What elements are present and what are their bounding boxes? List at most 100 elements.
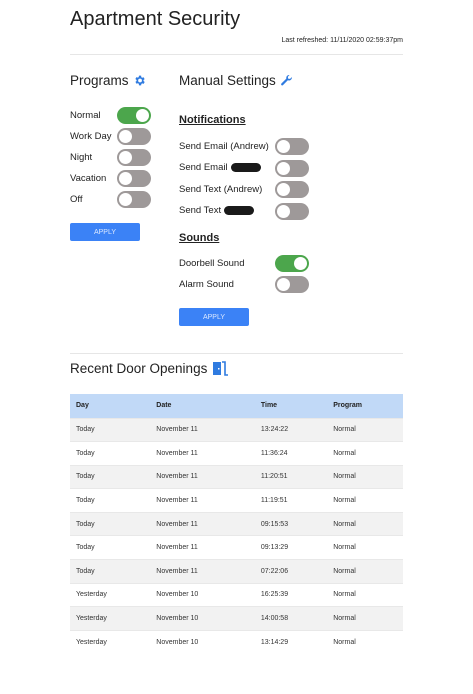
program-row: Normal (70, 106, 101, 124)
table-cell: Normal (327, 464, 403, 489)
table-cell: Normal (327, 488, 403, 513)
table-cell: Today (70, 511, 151, 536)
table-cell: November 11 (150, 488, 255, 513)
sounds-heading: Sounds (179, 232, 220, 244)
notification-toggle[interactable] (275, 159, 309, 177)
table-cell: 11:19:51 (254, 488, 328, 513)
sound-label: Alarm Sound (179, 278, 234, 290)
wrench-icon (280, 75, 292, 86)
notification-row: Send Text (Andrew) (179, 180, 262, 198)
table-cell: 07:22:06 (254, 559, 328, 584)
notification-row: Send Email (179, 159, 261, 177)
table-row: Yesterday November 10 16:25:39 Normal (70, 582, 403, 607)
program-toggle[interactable] (117, 149, 151, 166)
sound-toggle[interactable] (275, 276, 309, 293)
table-cell: 16:25:39 (254, 582, 328, 607)
table-row: Today November 11 13:24:22 Normal (70, 417, 403, 442)
table-cell: Normal (327, 417, 403, 442)
notification-toggle[interactable] (275, 202, 309, 220)
programs-title: Programs (70, 73, 129, 88)
table-cell: Normal (327, 629, 403, 654)
notification-label: Send Text (Andrew) (179, 183, 263, 195)
sound-row: Doorbell Sound (179, 254, 245, 272)
program-row: Off (70, 190, 83, 208)
table-row: Today November 11 11:20:51 Normal (70, 464, 403, 489)
table-cell: Today (70, 488, 151, 513)
manual-settings-heading: Manual Settings (179, 73, 293, 88)
table-cell: Today (70, 464, 151, 489)
programs-apply-button[interactable]: APPLY (70, 223, 140, 241)
program-toggle[interactable] (117, 170, 151, 187)
page-title: Apartment Security (70, 8, 241, 30)
programs-heading: Programs (70, 73, 146, 88)
table-cell: Yesterday (70, 582, 151, 607)
table-cell: Normal (327, 606, 403, 631)
sound-label: Doorbell Sound (179, 257, 245, 269)
table-cell: November 10 (150, 629, 255, 654)
openings-title: Recent Door Openings (70, 361, 208, 376)
table-row: Today November 11 09:13:29 Normal (70, 535, 403, 560)
program-row: Work Day (70, 127, 112, 145)
table-row: Yesterday November 10 14:00:58 Normal (70, 606, 403, 631)
table-cell: 14:00:58 (254, 606, 328, 631)
program-label: Night (70, 151, 93, 163)
table-cell: Today (70, 441, 151, 466)
table-cell: 13:14:29 (254, 629, 328, 654)
table-cell: November 10 (150, 606, 255, 631)
table-cell: November 10 (150, 582, 255, 607)
table-cell: Normal (327, 441, 403, 466)
sound-row: Alarm Sound (179, 275, 234, 293)
notification-toggle[interactable] (275, 138, 309, 155)
table-cell: November 11 (150, 535, 255, 560)
door-icon (213, 361, 229, 376)
table-row: Today November 11 07:22:06 Normal (70, 559, 403, 584)
table-cell: November 11 (150, 417, 255, 442)
sound-toggle[interactable] (275, 255, 309, 272)
door-openings-table: Day Date Time Program Today November 11 13:24:… (70, 394, 403, 654)
table-cell: Today (70, 535, 151, 560)
last-refreshed: Last refreshed: 11/11/2020 02:59:37pm (281, 37, 403, 44)
table-cell: November 11 (150, 511, 255, 536)
table-row: Today November 11 11:19:51 Normal (70, 488, 403, 513)
table-cell: 09:13:29 (254, 535, 328, 560)
table-cell: Normal (327, 535, 403, 560)
program-toggle[interactable] (117, 107, 151, 124)
openings-heading: Recent Door Openings (70, 361, 229, 376)
program-label: Normal (70, 109, 101, 121)
program-toggle[interactable] (117, 191, 151, 208)
notification-row: Send Email (Andrew) (179, 137, 269, 155)
table-cell: 13:24:22 (254, 417, 328, 442)
table-cell: Normal (327, 582, 403, 607)
manual-settings-title: Manual Settings (179, 73, 276, 88)
divider (70, 353, 403, 354)
manual-apply-button[interactable]: APPLY (179, 308, 249, 326)
program-label: Off (70, 193, 83, 205)
notification-label: Send Email (179, 162, 228, 173)
redacted-mark (230, 163, 261, 172)
program-row: Vacation (70, 169, 106, 187)
notification-label: Send Email (Andrew) (179, 140, 269, 152)
table-cell: 11:20:51 (254, 464, 328, 489)
notification-row: Send Text (179, 202, 255, 220)
program-toggle[interactable] (117, 128, 151, 145)
notification-label: Send Text (179, 205, 222, 216)
notification-toggle[interactable] (275, 181, 309, 198)
table-cell: Normal (327, 511, 403, 536)
column-header: Time (254, 394, 328, 418)
table-row: Today November 11 11:36:24 Normal (70, 441, 403, 466)
table-cell: November 11 (150, 559, 255, 584)
notifications-heading: Notifications (179, 114, 246, 126)
table-row: Today November 11 09:15:53 Normal (70, 511, 403, 536)
table-row: Yesterday November 10 13:14:29 Normal (70, 629, 403, 654)
table-cell: Yesterday (70, 606, 151, 631)
program-label: Vacation (70, 172, 107, 184)
gear-icon (134, 75, 145, 86)
table-cell: Today (70, 417, 151, 442)
table-cell: November 11 (150, 441, 255, 466)
table-cell: Normal (327, 559, 403, 584)
column-header: Date (150, 394, 255, 418)
program-label: Work Day (70, 130, 112, 142)
column-header: Program (327, 394, 403, 418)
table-cell: Yesterday (70, 629, 151, 654)
table-cell: November 11 (150, 464, 255, 489)
